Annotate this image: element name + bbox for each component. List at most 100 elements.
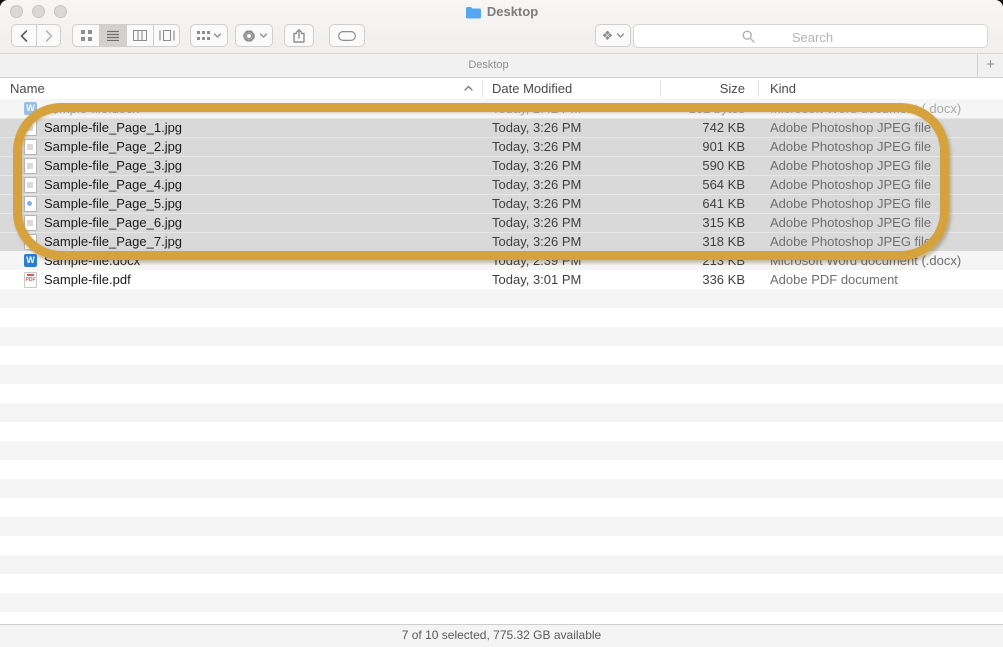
column-header-row: Name Date Modified Size Kind xyxy=(0,78,1003,100)
file-size: 318 KB xyxy=(660,232,745,251)
search-input[interactable] xyxy=(634,25,991,49)
file-name: Sample-file_Page_2.jpg xyxy=(44,137,182,156)
table-row[interactable]: Sample-file_Page_7.jpg Today, 3:26 PM 318 … xyxy=(0,232,1003,251)
tag-button[interactable] xyxy=(329,24,365,47)
file-size: 564 KB xyxy=(660,175,745,194)
column-view-button[interactable] xyxy=(126,24,153,47)
empty-row xyxy=(0,441,1003,460)
group-by-button[interactable] xyxy=(190,24,228,47)
titlebar-toolbar: Desktop xyxy=(0,0,1003,54)
file-size: 590 KB xyxy=(660,156,745,175)
dropbox-menu-button[interactable]: ❖ xyxy=(595,24,631,47)
finder-window: Desktop xyxy=(0,0,1003,647)
column-header-date-modified[interactable]: Date Modified xyxy=(492,78,572,99)
file-kind: Adobe Photoshop JPEG file xyxy=(770,156,931,175)
back-icon xyxy=(20,30,28,42)
list-view-button[interactable] xyxy=(99,24,126,47)
share-button[interactable] xyxy=(284,24,314,47)
forward-icon xyxy=(45,30,53,42)
empty-row xyxy=(0,384,1003,403)
word-document-icon: W xyxy=(24,253,37,268)
file-size: 162 bytes xyxy=(660,99,745,118)
coverflow-view-icon xyxy=(159,30,175,41)
empty-row xyxy=(0,498,1003,517)
column-divider[interactable] xyxy=(482,80,483,97)
plus-icon: + xyxy=(986,56,995,73)
coverflow-view-button[interactable] xyxy=(153,24,180,47)
file-name: Sample-file_Page_1.jpg xyxy=(44,118,182,137)
empty-row xyxy=(0,555,1003,574)
column-view-icon xyxy=(133,30,147,41)
table-row[interactable]: Sample-file_Page_6.jpgToday, 3:26 PM315 … xyxy=(0,213,1003,232)
pdf-document-icon xyxy=(24,272,37,287)
status-text: 7 of 10 selected, 775.32 GB available xyxy=(402,628,601,642)
table-row[interactable]: Sample-file_Page_2.jpg Today, 3:26 PM 901 … xyxy=(0,137,1003,156)
file-name: Sample-file_Page_5.jpg xyxy=(44,194,182,213)
group-by-icon xyxy=(197,31,210,41)
file-date-modified: Today, 3:26 PM xyxy=(492,137,581,156)
empty-row xyxy=(0,422,1003,441)
column-divider[interactable] xyxy=(758,80,759,97)
column-header-kind[interactable]: Kind xyxy=(770,78,796,99)
file-size: 901 KB xyxy=(660,137,745,156)
file-name: Sample-file_Page_6.jpg xyxy=(44,213,182,232)
empty-row xyxy=(0,517,1003,536)
column-header-size[interactable]: Size xyxy=(660,78,745,99)
file-kind: Adobe Photoshop JPEG file xyxy=(770,213,931,232)
empty-row xyxy=(0,403,1003,422)
file-name: Sample-file_Page_4.jpg xyxy=(44,175,182,194)
new-tab-button[interactable]: + xyxy=(977,54,1003,77)
table-row[interactable]: Sample-file_Page_1.jpg Today, 3:26 PM 742 … xyxy=(0,118,1003,137)
file-kind: Adobe Photoshop JPEG file xyxy=(770,118,931,137)
file-kind: Adobe Photoshop JPEG file xyxy=(770,232,931,251)
list-view-icon xyxy=(107,30,119,41)
file-size: 336 KB xyxy=(660,270,745,289)
icon-view-button[interactable] xyxy=(72,24,99,47)
file-date-modified: Today, 3:26 PM xyxy=(492,194,581,213)
action-menu-button[interactable] xyxy=(235,24,273,47)
folder-icon xyxy=(465,6,481,19)
empty-row xyxy=(0,479,1003,498)
sort-ascending-icon xyxy=(464,85,473,91)
file-date-modified: Today, 3:26 PM xyxy=(492,232,581,251)
forward-button[interactable] xyxy=(36,24,61,47)
table-row[interactable]: WSample-file.docxToday, 2:39 PM213 KBMic… xyxy=(0,251,1003,270)
chevron-down-icon xyxy=(214,33,221,38)
jpeg-thumbnail-icon xyxy=(24,158,37,173)
word-document-icon: W xyxy=(24,101,37,116)
file-size: 742 KB xyxy=(660,118,745,137)
column-header-name[interactable]: Name xyxy=(10,78,45,99)
table-row[interactable]: Sample-file_Page_5.jpg Today, 3:26 PM 641 … xyxy=(0,194,1003,213)
file-kind: Adobe Photoshop JPEG file xyxy=(770,194,931,213)
empty-row xyxy=(0,289,1003,308)
empty-row xyxy=(0,327,1003,346)
file-kind: Adobe Photoshop JPEG file xyxy=(770,175,931,194)
table-row[interactable]: W~$mple-file.docxToday, 2:42 PM162 bytes… xyxy=(0,99,1003,118)
file-date-modified: Today, 3:26 PM xyxy=(492,118,581,137)
empty-row xyxy=(0,346,1003,365)
back-button[interactable] xyxy=(11,24,36,47)
file-name: Sample-file_Page_7.jpg xyxy=(44,232,182,251)
grid-view-icon xyxy=(81,30,92,41)
search-field[interactable] xyxy=(633,24,988,48)
file-date-modified: Today, 3:01 PM xyxy=(492,270,581,289)
chevron-down-icon xyxy=(617,33,624,38)
jpeg-thumbnail-icon xyxy=(24,177,37,192)
table-row[interactable]: Sample-file.pdfToday, 3:01 PM336 KBAdobe… xyxy=(0,270,1003,289)
file-size: 641 KB xyxy=(660,194,745,213)
file-kind: Adobe Photoshop JPEG file xyxy=(770,137,931,156)
file-kind: Adobe PDF document xyxy=(770,270,898,289)
table-row[interactable]: Sample-file_Page_4.jpg Today, 3:26 PM 564 … xyxy=(0,175,1003,194)
status-bar: 7 of 10 selected, 775.32 GB available xyxy=(0,624,1003,647)
file-date-modified: Today, 3:26 PM xyxy=(492,156,581,175)
dropbox-icon: ❖ xyxy=(602,29,614,42)
file-date-modified: Today, 3:26 PM xyxy=(492,175,581,194)
jpeg-thumbnail-icon xyxy=(24,215,37,230)
gear-icon xyxy=(242,29,256,43)
file-name: ~$mple-file.docx xyxy=(44,99,139,118)
file-size: 315 KB xyxy=(660,213,745,232)
tag-icon xyxy=(338,31,356,41)
tab-desktop[interactable]: Desktop xyxy=(0,54,977,77)
table-row[interactable]: Sample-file_Page_3.jpgToday, 3:26 PM590 … xyxy=(0,156,1003,175)
file-size: 213 KB xyxy=(660,251,745,270)
